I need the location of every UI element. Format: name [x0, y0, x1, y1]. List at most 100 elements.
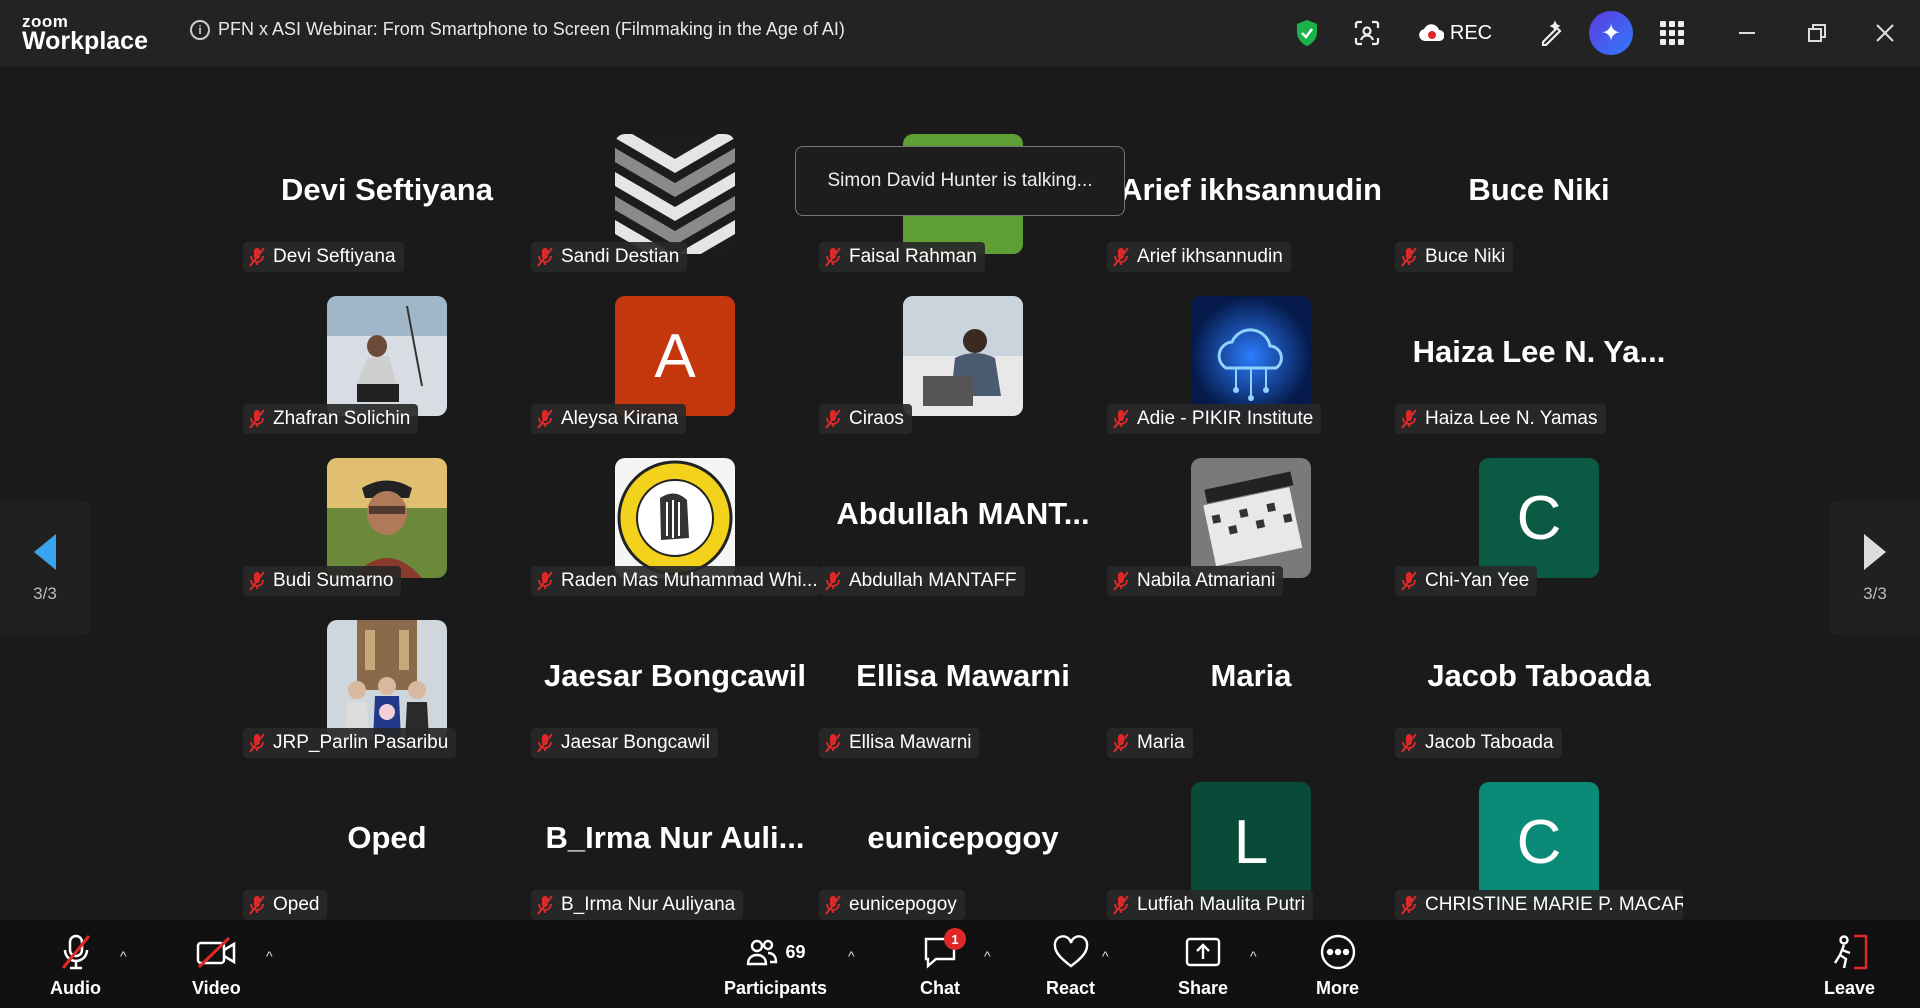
participant-tile[interactable]: A Aleysa Kirana [531, 244, 819, 434]
participant-avatar-photo-graduation [327, 620, 447, 740]
participants-button[interactable]: 69 Participants [724, 932, 827, 999]
video-options-caret[interactable]: ^ [266, 948, 273, 964]
title-bar: zoom Workplace i PFN x ASI Webinar: From… [0, 0, 1920, 66]
ai-notes-icon[interactable] [1535, 10, 1569, 56]
meeting-title: PFN x ASI Webinar: From Smartphone to Sc… [218, 19, 845, 39]
participant-tile[interactable]: Budi Sumarno [243, 406, 531, 596]
participant-tile[interactable]: Jaesar Bongcawil Jaesar Bongcawil [531, 568, 819, 758]
next-page-button[interactable]: 3/3 [1830, 501, 1920, 635]
video-button[interactable]: Video [192, 932, 241, 999]
participant-tile[interactable]: Abdullah MANT... Abdullah MANTAFF [819, 406, 1107, 596]
video-label: Video [192, 978, 241, 998]
arrow-right-icon [1864, 534, 1886, 570]
ai-companion-button[interactable]: ✦ [1588, 10, 1634, 56]
info-icon[interactable]: i [190, 19, 210, 40]
participant-display-name: Ellisa Mawarni [856, 658, 1070, 693]
leave-label: Leave [1824, 978, 1876, 998]
more-button[interactable]: More [1316, 932, 1359, 999]
share-options-caret[interactable]: ^ [1250, 948, 1257, 964]
participant-tile[interactable]: Maria Maria [1107, 568, 1395, 758]
page-indicator-left: 3/3 [33, 584, 57, 603]
participant-avatar-seal-logo [615, 458, 735, 578]
participant-avatar-cloud-tech [1191, 296, 1311, 416]
chat-icon: 1 [922, 928, 966, 972]
participant-avatar-photo-studio [327, 296, 447, 416]
participant-display-name: Devi Seftiyana [281, 172, 493, 207]
mic-muted-icon [1401, 895, 1417, 915]
participant-avatar-photo-laptop [903, 296, 1023, 416]
participant-avatar-photo-portrait [327, 458, 447, 578]
cloud-recording-button[interactable]: REC [1415, 10, 1495, 56]
cloud-record-icon [1418, 24, 1444, 41]
participant-tile[interactable]: Nabila Atmariani [1107, 406, 1395, 596]
react-options-caret[interactable]: ^ [1102, 948, 1109, 964]
previous-page-button[interactable]: 3/3 [0, 501, 90, 635]
talking-indicator-text: Simon David Hunter is talking... [827, 170, 1093, 191]
participant-tile[interactable]: Adie - PIKIR Institute [1107, 244, 1395, 434]
audio-label: Audio [50, 978, 101, 998]
participant-name: eunicepogoy [849, 894, 957, 915]
participant-name-label: Oped [243, 890, 328, 920]
participant-display-name: Maria [1210, 658, 1292, 693]
participant-tile[interactable]: eunicepogoy eunicepogoy [819, 730, 1107, 920]
participant-tile[interactable]: Haiza Lee N. Ya... Haiza Lee N. Yamas [1395, 244, 1683, 434]
mic-muted-icon [1113, 895, 1129, 915]
leave-button[interactable]: Leave [1824, 932, 1875, 999]
participant-display-name: B_Irma Nur Auli... [545, 820, 805, 855]
mic-muted-icon [537, 895, 553, 915]
participants-count: 69 [785, 941, 806, 962]
participant-name: CHRISTINE MARIE P. MACAR... [1425, 894, 1683, 915]
restore-window-icon[interactable] [1800, 10, 1834, 56]
participant-tile[interactable]: Ellisa Mawarni Ellisa Mawarni [819, 568, 1107, 758]
participant-display-name: Haiza Lee N. Ya... [1412, 334, 1666, 369]
share-label: Share [1178, 978, 1229, 998]
participant-display-name: Oped [347, 820, 427, 855]
apps-grid-icon[interactable] [1655, 10, 1689, 56]
participant-tile[interactable]: JRP_Parlin Pasaribu [243, 568, 531, 758]
participant-tile[interactable]: L Lutfiah Maulita Putri [1107, 730, 1395, 920]
more-icon [1319, 932, 1357, 972]
participants-label: Participants [724, 978, 828, 998]
participant-avatar-clapperboard [1191, 458, 1311, 578]
sparkle-icon: ✦ [1589, 11, 1633, 55]
participant-tile[interactable]: Buce Niki Buce Niki [1395, 82, 1683, 272]
participant-name-label: B_Irma Nur Auliyana [531, 890, 744, 920]
participant-tile[interactable]: Raden Mas Muhammad Whi... [531, 406, 819, 596]
participants-options-caret[interactable]: ^ [848, 948, 855, 964]
participant-display-name: Abdullah MANT... [836, 496, 1090, 531]
logo-bottom-text: Workplace [22, 27, 148, 55]
participant-tile[interactable]: B_Irma Nur Auli... B_Irma Nur Auliyana [531, 730, 819, 920]
participant-tile[interactable]: Ciraos [819, 244, 1107, 434]
audio-button[interactable]: Audio [50, 932, 101, 999]
page-indicator-right: 3/3 [1863, 584, 1887, 603]
focus-mode-icon[interactable] [1350, 10, 1384, 56]
close-window-icon[interactable] [1868, 10, 1902, 56]
participant-tile[interactable]: Jacob Taboada Jacob Taboada [1395, 568, 1683, 758]
share-button[interactable]: Share [1178, 932, 1228, 999]
participant-tile[interactable]: C CHRISTINE MARIE P. MACAR... [1395, 730, 1683, 920]
participants-icon [746, 939, 777, 966]
minimize-icon[interactable] [1730, 10, 1764, 56]
participant-display-name: Jacob Taboada [1427, 658, 1651, 693]
participant-display-name: Arief ikhsannudin [1120, 172, 1382, 207]
participant-tile[interactable]: Arief ikhsannudin Arief ikhsannudin [1107, 82, 1395, 272]
participant-tile[interactable]: Devi Seftiyana Devi Seftiyana [243, 82, 531, 272]
participant-initial-avatar: L [1191, 782, 1311, 902]
zoom-logo: zoom Workplace [22, 13, 148, 54]
mic-muted-icon [249, 895, 265, 915]
video-off-icon [195, 932, 237, 972]
share-screen-icon [1184, 932, 1222, 972]
chat-options-caret[interactable]: ^ [984, 948, 991, 964]
meeting-info[interactable]: i PFN x ASI Webinar: From Smartphone to … [190, 19, 845, 40]
participant-name: B_Irma Nur Auliyana [561, 894, 736, 915]
encryption-shield-icon[interactable] [1290, 10, 1324, 56]
chat-unread-badge: 1 [944, 928, 966, 950]
participant-display-name: Jaesar Bongcawil [544, 658, 806, 693]
participant-tile[interactable]: Oped Oped [243, 730, 531, 920]
participant-tile[interactable]: Sandi Destian [531, 82, 819, 272]
chat-button[interactable]: 1 Chat [920, 928, 966, 999]
participant-tile[interactable]: C Chi-Yan Yee [1395, 406, 1683, 596]
audio-options-caret[interactable]: ^ [120, 948, 127, 964]
react-button[interactable]: React [1046, 932, 1095, 999]
participant-tile[interactable]: Zhafran Solichin [243, 244, 531, 434]
